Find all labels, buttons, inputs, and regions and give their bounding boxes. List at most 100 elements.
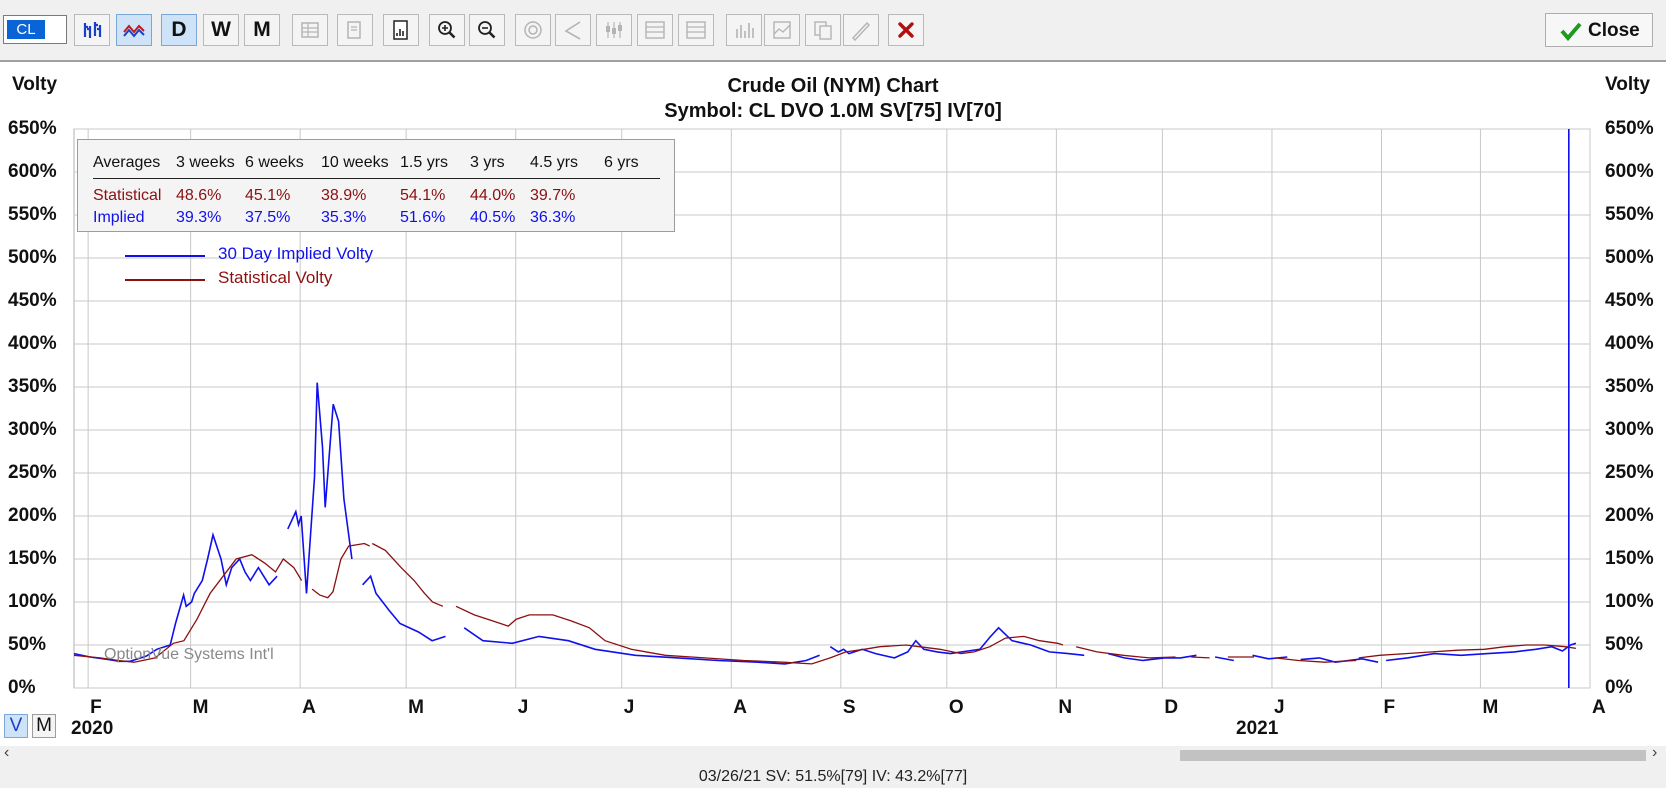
averages-statistical-cell: 38.9% bbox=[321, 187, 367, 204]
grid-icon-button[interactable] bbox=[292, 14, 328, 46]
target-button[interactable] bbox=[515, 14, 551, 46]
close-button-label: Close bbox=[1588, 20, 1640, 41]
zoom-in-button[interactable] bbox=[429, 14, 465, 46]
study-2-button[interactable] bbox=[678, 14, 714, 46]
y-tick-label: 50% bbox=[8, 634, 47, 655]
line-chart-button[interactable] bbox=[116, 14, 152, 46]
y-tick-label: 500% bbox=[1605, 247, 1654, 268]
y-tick-label: 350% bbox=[8, 376, 57, 397]
y-tick-label: 0% bbox=[8, 677, 36, 698]
volume-bars-icon bbox=[736, 23, 754, 38]
averages-statistical-cell: 45.1% bbox=[245, 187, 291, 204]
line-chart-icon bbox=[123, 24, 145, 38]
monthly-button[interactable]: M bbox=[244, 14, 280, 46]
y-tick-label: 100% bbox=[1605, 591, 1654, 612]
volatility-view-button[interactable]: V bbox=[4, 714, 28, 738]
candlestick-icon bbox=[606, 22, 622, 38]
averages-header-cell: 3 weeks bbox=[176, 154, 235, 171]
print-preview-button[interactable] bbox=[337, 14, 373, 46]
red-x-icon bbox=[898, 22, 914, 38]
grid-icon bbox=[301, 22, 319, 38]
y-tick-label: 50% bbox=[1605, 634, 1644, 655]
averages-implied-cell: Implied bbox=[93, 209, 145, 226]
x-tick-label: N bbox=[1058, 697, 1073, 718]
averages-statistical-cell: 48.6% bbox=[176, 187, 222, 204]
y-tick-label: 300% bbox=[1605, 419, 1654, 440]
checkmark-icon bbox=[1560, 22, 1582, 41]
averages-header-cell: 3 yrs bbox=[470, 154, 505, 171]
averages-implied-cell: 39.3% bbox=[176, 209, 222, 226]
bar-chart-icon bbox=[83, 22, 102, 38]
averages-header-cell: Averages bbox=[93, 154, 161, 171]
y-tick-label: 400% bbox=[8, 333, 57, 354]
study-chart-icon bbox=[645, 21, 665, 39]
zoom-in-icon bbox=[438, 21, 456, 39]
legend-statistical-label: Statistical Volty bbox=[218, 268, 333, 287]
close-button[interactable]: Close bbox=[1545, 13, 1653, 47]
y-tick-label: 550% bbox=[1605, 204, 1654, 225]
y-tick-label: 250% bbox=[8, 462, 57, 483]
averages-header-cell: 4.5 yrs bbox=[530, 154, 579, 171]
y-tick-label: 150% bbox=[1605, 548, 1654, 569]
averages-implied-cell: 40.5% bbox=[470, 209, 516, 226]
delete-button[interactable] bbox=[888, 14, 924, 46]
averages-implied-cell: 35.3% bbox=[321, 209, 367, 226]
y-tick-label: 650% bbox=[8, 118, 57, 139]
angle-icon bbox=[564, 21, 581, 40]
scroll-thumb[interactable] bbox=[1180, 750, 1646, 761]
x-tick-label: O bbox=[948, 697, 964, 718]
study-chart-icon bbox=[686, 21, 706, 39]
zoom-out-button[interactable] bbox=[469, 14, 505, 46]
scroll-right-icon[interactable]: › bbox=[1652, 744, 1657, 762]
symbol-input-value: CL bbox=[7, 20, 45, 39]
y-tick-label: 650% bbox=[1605, 118, 1654, 139]
horizontal-scrollbar[interactable]: ‹ › bbox=[0, 744, 1666, 764]
averages-statistical-cell: 44.0% bbox=[470, 187, 516, 204]
daily-button[interactable]: D bbox=[161, 14, 197, 46]
x-tick-label: A bbox=[733, 697, 748, 718]
y-tick-label: 200% bbox=[1605, 505, 1654, 526]
averages-header-cell: 1.5 yrs bbox=[400, 154, 449, 171]
x-tick-label: A bbox=[302, 697, 316, 718]
print-preview-icon bbox=[347, 21, 361, 39]
candlestick-button[interactable] bbox=[596, 14, 632, 46]
x-tick-label: D bbox=[1164, 697, 1179, 718]
averages-implied-cell: 36.3% bbox=[530, 209, 576, 226]
copy-icon bbox=[814, 21, 832, 40]
compare-icon bbox=[773, 21, 791, 39]
weekly-button[interactable]: W bbox=[203, 14, 239, 46]
x-tick-label: S bbox=[842, 697, 856, 718]
y-tick-label: 150% bbox=[8, 548, 57, 569]
averages-statistical-cell: 39.7% bbox=[530, 187, 576, 204]
y-tick-label: 600% bbox=[8, 161, 57, 182]
y-tick-label: 200% bbox=[8, 505, 57, 526]
watermark: OptionVue Systems Int'l bbox=[104, 646, 274, 663]
toolbar: CL D W M Close bbox=[0, 0, 1666, 62]
scroll-left-icon[interactable]: ‹ bbox=[4, 744, 9, 762]
status-bar: 03/26/21 SV: 51.5%[79] IV: 43.2%[77] bbox=[698, 768, 968, 785]
averages-header-cell: 6 yrs bbox=[604, 154, 639, 171]
symbol-input[interactable]: CL bbox=[3, 15, 67, 44]
draw-line-button[interactable] bbox=[843, 14, 879, 46]
bar-chart-button[interactable] bbox=[74, 14, 110, 46]
y-tick-label: 100% bbox=[8, 591, 57, 612]
compare-button[interactable] bbox=[764, 14, 800, 46]
x-tick-label: F bbox=[1383, 697, 1396, 718]
averages-divider bbox=[93, 178, 660, 179]
statistical-volty-line bbox=[1191, 656, 1210, 659]
angle-button[interactable] bbox=[555, 14, 591, 46]
report-button[interactable] bbox=[383, 14, 419, 46]
report-icon bbox=[393, 20, 408, 40]
volume-button[interactable] bbox=[726, 14, 762, 46]
x-tick-label: J bbox=[517, 697, 529, 718]
averages-statistical-cell: 54.1% bbox=[400, 187, 446, 204]
averages-header-cell: 6 weeks bbox=[245, 154, 304, 171]
study-1-button[interactable] bbox=[637, 14, 673, 46]
averages-implied-cell: 37.5% bbox=[245, 209, 291, 226]
copy-button[interactable] bbox=[805, 14, 841, 46]
x-tick-label: M bbox=[408, 697, 424, 718]
x-tick-label: F bbox=[90, 697, 102, 718]
market-view-button[interactable]: M bbox=[32, 714, 56, 738]
y-tick-label: 350% bbox=[1605, 376, 1654, 397]
averages-header-cell: 10 weeks bbox=[321, 154, 389, 171]
